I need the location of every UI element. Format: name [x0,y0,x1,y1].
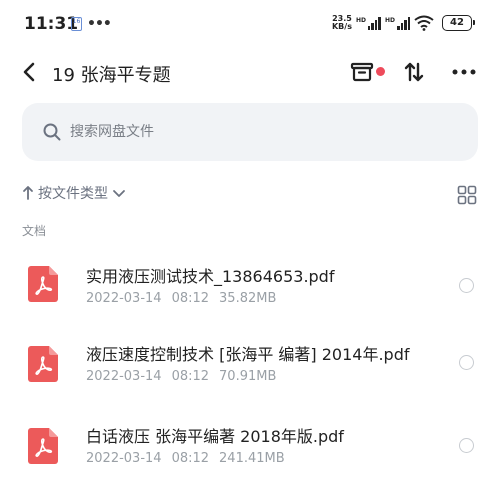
sort-label: 按文件类型 [38,186,108,202]
file-meta: 2022-03-14 08:12 70.91MB [86,369,276,384]
sort-arrows-icon[interactable] [400,58,428,86]
file-name: 白话液压 张海平编著 2018年版.pdf [86,427,344,446]
file-name: 液压速度控制技术 [张海平 编著] 2014年.pdf [86,345,410,364]
search-bar[interactable] [22,103,478,161]
file-size: 241.41MB [219,451,285,466]
file-date: 2022-03-14 [86,369,162,384]
file-size: 35.82MB [219,291,277,306]
section-label-documents: 文档 [22,224,47,238]
more-notifications-icon: ••• [87,16,112,32]
file-time: 08:12 [171,291,210,306]
status-time: 11:31 [24,14,79,34]
file-size: 70.91MB [219,369,277,384]
search-input[interactable] [70,122,450,142]
file-meta: 2022-03-14 08:12 241.41MB [86,451,285,466]
select-radio[interactable] [459,355,474,370]
file-date: 2022-03-14 [86,291,162,306]
battery-icon: 42 [442,15,475,31]
select-radio[interactable] [459,278,474,293]
signal-1-icon: HD [355,16,381,30]
signal-1-label: HD [355,16,366,24]
header-bar: 19 张海平专题 [0,52,500,92]
status-bar: 11:31 16 ••• 23.5 KB/s HD HD 42 [0,0,500,52]
pdf-file-icon [28,266,58,302]
sort-by-type-button[interactable]: 按文件类型 [22,183,126,203]
signal-2-icon: HD [384,16,410,30]
back-arrow-icon[interactable] [18,58,42,86]
file-time: 08:12 [171,451,210,466]
search-icon [43,123,61,141]
file-name: 实用液压测试技术_13864653.pdf [86,267,335,286]
file-list-item[interactable]: 液压速度控制技术 [张海平 编著] 2014年.pdf 2022-03-14 0… [0,330,500,410]
file-meta: 2022-03-14 08:12 35.82MB [86,291,276,306]
page-title: 19 张海平专题 [52,65,171,86]
select-radio[interactable] [459,438,474,453]
chevron-down-icon [113,190,125,197]
pdf-file-icon [28,346,58,382]
pdf-file-icon [28,428,58,464]
status-right-icons: 23.5 KB/s HD HD 42 [332,15,475,31]
wifi-icon [414,15,434,31]
network-speed-unit: KB/s [331,22,352,31]
signal-2-label: HD [384,16,395,24]
archive-box-icon[interactable] [348,58,376,86]
sort-up-arrow-icon [23,186,33,200]
notification-badge-icon: 16 [71,17,82,31]
file-list-item[interactable]: 白话液压 张海平编著 2018年版.pdf 2022-03-14 08:12 2… [0,412,500,492]
grid-view-icon[interactable] [457,185,477,205]
file-time: 08:12 [171,369,210,384]
file-date: 2022-03-14 [86,451,162,466]
status-notifications: 16 ••• [71,16,112,32]
file-list-item[interactable]: 实用液压测试技术_13864653.pdf 2022-03-14 08:12 3… [0,248,500,328]
more-menu-icon[interactable] [450,58,478,86]
notification-dot [376,67,385,76]
network-speed: 23.5 KB/s [332,15,352,31]
